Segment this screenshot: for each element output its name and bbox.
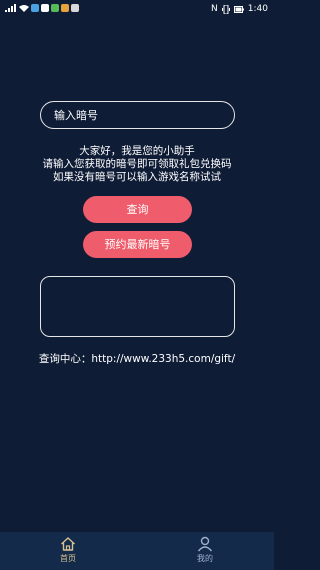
wifi-icon <box>19 5 29 12</box>
app-icon <box>41 4 49 12</box>
nfc-icon: N <box>211 4 218 14</box>
info-line-greeting: 大家好，我是您的小助手 <box>79 145 195 157</box>
app-icon <box>71 4 79 12</box>
tab-home-label: 首页 <box>60 554 76 563</box>
status-time: 1:40 <box>247 4 268 14</box>
home-icon <box>61 537 75 551</box>
app-screen: N 1:40 大家好，我是您的小助手 请输入您获取的暗号即可领取礼包兑换码 如果… <box>0 0 274 570</box>
tab-mine-label: 我的 <box>197 554 213 563</box>
status-left-icons <box>5 4 79 12</box>
bottom-tab-bar: 首页 我的 <box>0 532 274 570</box>
reserve-code-button[interactable]: 预约最新暗号 <box>83 231 192 258</box>
app-icon <box>51 4 59 12</box>
app-icon <box>61 4 69 12</box>
vibrate-icon <box>221 5 230 14</box>
info-line-hint: 如果没有暗号可以输入游戏名称试试 <box>53 171 221 183</box>
user-icon <box>197 536 213 552</box>
assistant-message: 大家好，我是您的小助手 请输入您获取的暗号即可领取礼包兑换码 如果没有暗号可以输… <box>0 145 274 184</box>
battery-icon <box>233 6 244 13</box>
status-bar: N 1:40 <box>0 0 274 20</box>
app-icon <box>31 4 39 12</box>
query-button[interactable]: 查询 <box>83 196 192 223</box>
tab-home[interactable]: 首页 <box>38 536 98 564</box>
status-right-icons: N 1:40 <box>211 4 268 15</box>
signal-icon <box>5 4 16 12</box>
info-line-instruction: 请输入您获取的暗号即可领取礼包兑换码 <box>42 158 232 170</box>
result-box <box>40 276 235 337</box>
tab-mine[interactable]: 我的 <box>175 536 235 564</box>
code-input[interactable] <box>40 101 235 129</box>
query-center-link[interactable]: 查询中心：http://www.233h5.com/gift/ <box>0 351 274 366</box>
